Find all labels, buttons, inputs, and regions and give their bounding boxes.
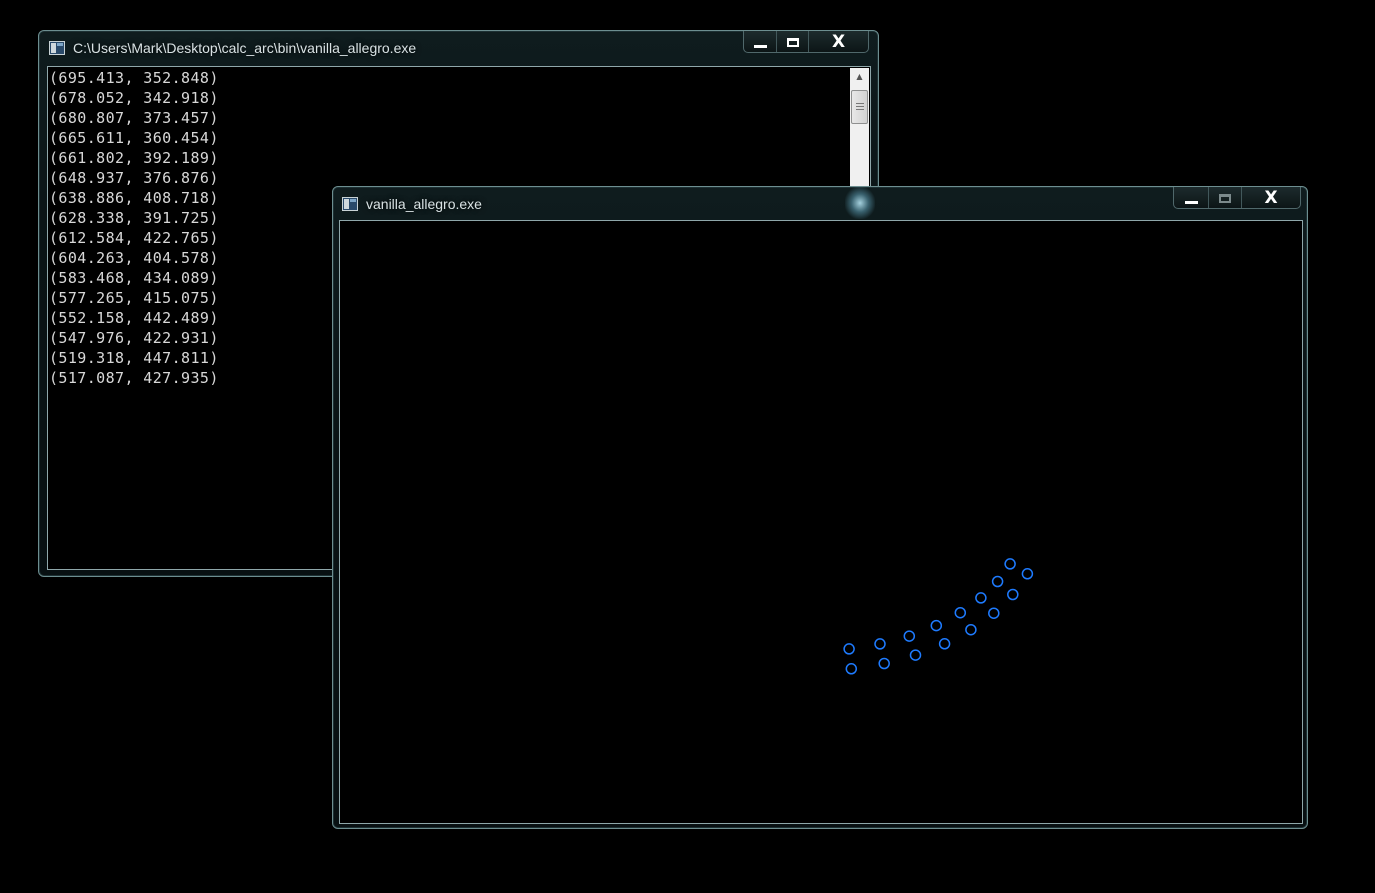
- console-line: (665.611, 360.454): [49, 129, 219, 147]
- point-circle: [991, 575, 1004, 588]
- console-line: (577.265, 415.075): [49, 289, 219, 307]
- scroll-up-arrow-icon[interactable]: ▲: [850, 68, 869, 85]
- close-icon: X: [831, 31, 846, 52]
- minimize-icon: [753, 44, 767, 48]
- console-minimize-button[interactable]: [744, 31, 777, 52]
- allegro-canvas: [843, 558, 1034, 675]
- title-glow: [845, 187, 875, 219]
- console-line: (517.087, 427.935): [49, 369, 219, 387]
- console-close-button[interactable]: X: [809, 31, 868, 52]
- allegro-close-button[interactable]: X: [1242, 187, 1300, 208]
- console-titlebar[interactable]: C:\Users\Mark\Desktop\calc_arc\bin\vanil…: [39, 31, 878, 65]
- console-line: (604.263, 404.578): [49, 249, 219, 267]
- console-line: (680.807, 373.457): [49, 109, 219, 127]
- console-line: (612.584, 422.765): [49, 229, 219, 247]
- point-circle: [874, 638, 886, 650]
- point-circle: [909, 649, 922, 661]
- allegro-title: vanilla_allegro.exe: [366, 196, 482, 212]
- point-circle: [975, 592, 987, 604]
- point-circle: [903, 630, 916, 642]
- point-circle: [1021, 568, 1034, 580]
- point-circle: [1007, 588, 1019, 601]
- grip-line: [856, 103, 864, 104]
- scroll-thumb[interactable]: [851, 90, 868, 124]
- console-line: (547.976, 422.931): [49, 329, 219, 347]
- maximize-icon: [1219, 193, 1231, 203]
- console-app-icon[interactable]: [49, 41, 65, 55]
- allegro-titlebar[interactable]: vanilla_allegro.exe X: [333, 187, 1307, 221]
- point-circle: [843, 643, 855, 655]
- console-line: (678.052, 342.918): [49, 89, 219, 107]
- grip-line: [856, 109, 864, 110]
- allegro-window: vanilla_allegro.exe X: [332, 186, 1308, 829]
- allegro-canvas-area[interactable]: [339, 220, 1303, 824]
- allegro-maximize-button[interactable]: [1209, 187, 1242, 208]
- console-output: (695.413, 352.848) (678.052, 342.918) (680…: [49, 68, 219, 388]
- console-caption-buttons: X: [743, 31, 869, 53]
- console-line: (661.802, 392.189): [49, 149, 219, 167]
- grip-line: [856, 106, 864, 107]
- allegro-minimize-button[interactable]: [1174, 187, 1209, 208]
- maximize-icon: [786, 37, 799, 47]
- console-title: C:\Users\Mark\Desktop\calc_arc\bin\vanil…: [73, 40, 417, 56]
- console-line: (583.468, 434.089): [49, 269, 219, 287]
- point-circle: [938, 638, 951, 650]
- allegro-app-icon[interactable]: [342, 197, 358, 211]
- allegro-caption-buttons: X: [1173, 187, 1301, 209]
- console-line: (519.318, 447.811): [49, 349, 219, 367]
- point-circle: [930, 619, 943, 632]
- console-maximize-button[interactable]: [777, 31, 809, 52]
- point-circle: [1004, 558, 1016, 570]
- close-icon: X: [1264, 187, 1278, 208]
- point-circle: [988, 607, 1000, 619]
- point-circle: [965, 623, 977, 636]
- console-line: (552.158, 442.489): [49, 309, 219, 327]
- minimize-icon: [1184, 200, 1198, 204]
- console-line: (648.937, 376.876): [49, 169, 219, 187]
- point-circle: [878, 657, 890, 670]
- console-line: (638.886, 408.718): [49, 189, 219, 207]
- console-line: (628.338, 391.725): [49, 209, 219, 227]
- point-circle: [845, 663, 858, 675]
- point-circle: [954, 606, 967, 619]
- console-line: (695.413, 352.848): [49, 69, 219, 87]
